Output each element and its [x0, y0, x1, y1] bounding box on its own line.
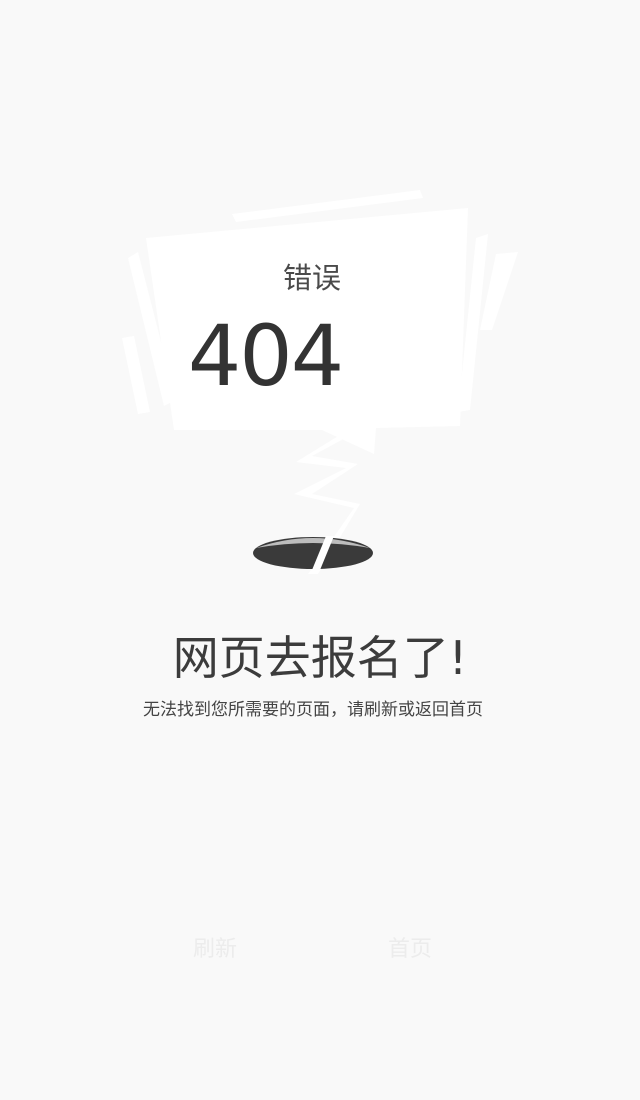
sign-label: 错误	[282, 261, 341, 295]
refresh-button[interactable]: 刷新	[160, 930, 270, 970]
page-title: 网页去报名了!	[172, 631, 468, 685]
error-description: 无法找到您所需要的页面，请刷新或返回首页	[143, 700, 483, 720]
side-shard-left-2	[122, 336, 150, 414]
home-button[interactable]: 首页	[355, 930, 465, 970]
error-code: 404	[187, 307, 344, 405]
side-shard-right-2	[480, 252, 518, 330]
